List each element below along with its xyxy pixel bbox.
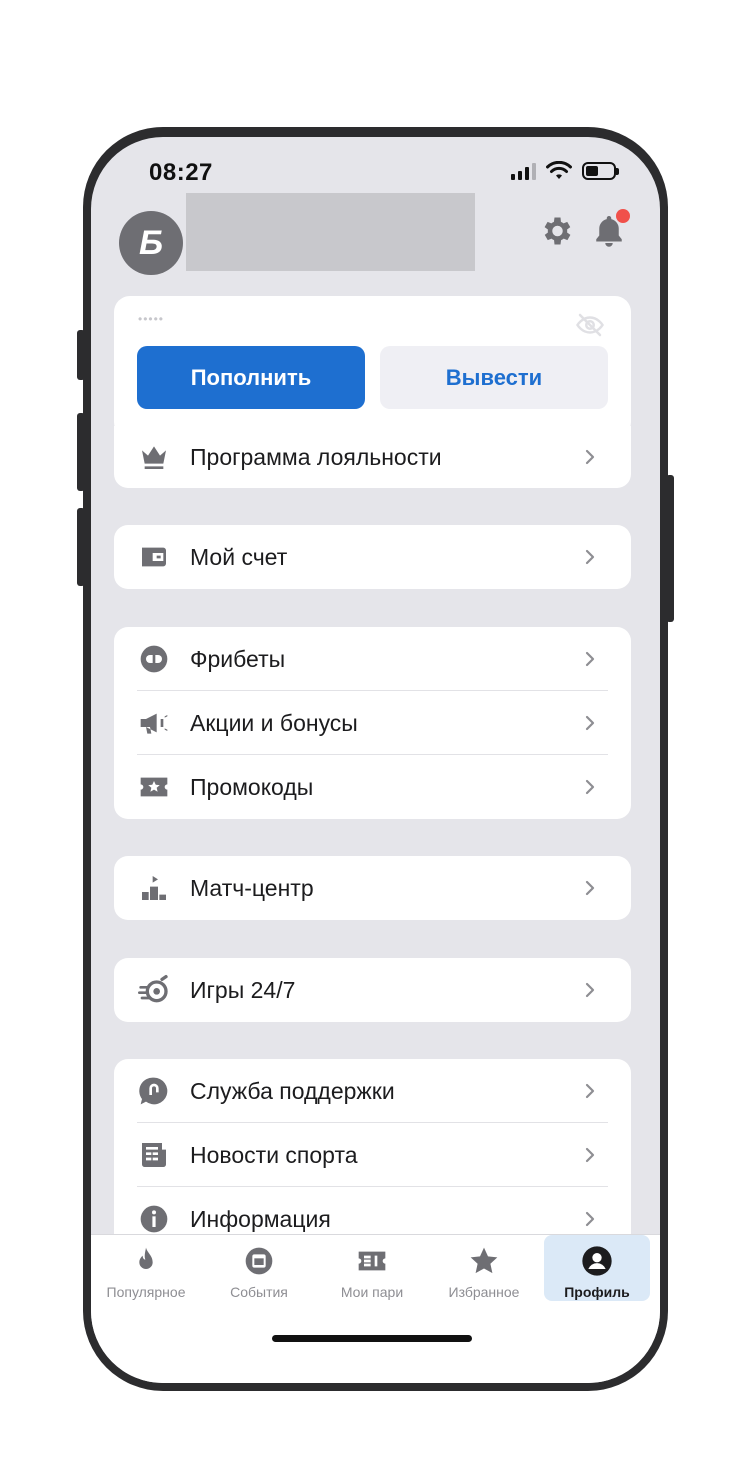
menu-label-loyalty: Программа лояльности [190,443,442,470]
menu-label-promotions: Акции и бонусы [190,709,358,736]
notification-badge [616,209,630,223]
ticket-star-icon [140,777,168,797]
eye-off-icon[interactable] [575,310,605,340]
loyalty-card: Программа лояльности [114,426,631,488]
menu-label-support: Служба поддержки [190,1077,395,1104]
menu-label-games: Игры 24/7 [190,976,296,1003]
tab-label-favorites: Избранное [448,1284,520,1300]
tab-label-popular: Популярное [106,1284,186,1300]
match-center-card: Матч-центр [114,856,631,920]
tab-my-bets[interactable]: Мои пари [319,1235,425,1301]
menu-item-games[interactable]: Игры 24/7 [114,958,631,1022]
info-icon [140,1205,168,1233]
chevron-right-icon [585,1211,595,1227]
wallet-icon [142,547,166,567]
menu-item-account[interactable]: Мой счет [114,525,631,589]
tab-events[interactable]: События [206,1235,312,1301]
help-card: Служба поддержки Новости спорта Информац… [114,1059,631,1251]
chevron-right-icon [585,779,595,795]
menu-label-info: Информация [190,1205,331,1232]
status-icons [511,161,619,181]
games-card: Игры 24/7 [114,958,631,1022]
chevron-right-icon [585,1083,595,1099]
tab-popular[interactable]: Популярное [93,1235,199,1301]
podium-icon [142,876,166,900]
account-card: Мой счет [114,525,631,589]
tab-profile[interactable]: Профиль [544,1235,650,1301]
menu-label-news: Новости спорта [190,1141,358,1168]
tab-label-events: События [230,1284,288,1300]
menu-item-promotions[interactable]: Акции и бонусы [114,691,631,755]
calendar-icon [245,1247,273,1275]
volume-up-button [77,413,85,491]
chevron-right-icon [585,449,595,465]
tab-favorites[interactable]: Избранное [431,1235,537,1301]
menu-item-match-center[interactable]: Матч-центр [114,856,631,920]
status-time: 08:27 [149,159,213,186]
menu-label-freebets: Фрибеты [190,645,286,672]
tab-bar: Популярное События Мои пари Избранное Пр… [91,1234,660,1383]
megaphone-icon [140,713,168,734]
home-indicator [272,1335,472,1342]
ticket-icon [358,1251,386,1271]
withdraw-button[interactable]: Вывести [380,346,608,409]
balance-masked: ••••• [138,312,165,326]
menu-item-promocodes[interactable]: Промокоды [114,755,631,819]
tab-label-my-bets: Мои пари [340,1284,404,1300]
balance-card: ••••• Пополнить Вывести [114,296,631,438]
menu-item-support[interactable]: Служба поддержки [114,1059,631,1123]
chevron-right-icon [585,715,595,731]
chevron-right-icon [585,880,595,896]
screen: 08:27 Б ••••• Пополнить Вывести Программ… [91,137,660,1383]
crown-icon [142,446,166,469]
chevron-right-icon [585,651,595,667]
wifi-icon [546,161,572,179]
mute-switch [77,330,85,380]
menu-item-freebets[interactable]: Фрибеты [114,627,631,691]
support-chat-icon [139,1077,168,1105]
menu-item-loyalty[interactable]: Программа лояльности [114,426,631,488]
menu-label-match-center: Матч-центр [190,874,314,901]
signal-icon [511,162,536,180]
chevron-right-icon [585,982,595,998]
redacted-user-info [186,193,475,271]
newspaper-icon [142,1143,166,1167]
profile-icon [582,1246,612,1276]
power-button [666,475,674,622]
menu-label-promocodes: Промокоды [190,773,314,800]
deposit-button[interactable]: Пополнить [137,346,365,409]
volume-down-button [77,508,85,586]
flame-icon [139,1247,153,1269]
star-icon [470,1247,498,1274]
menu-item-news[interactable]: Новости спорта [114,1123,631,1187]
freebet-icon [140,645,168,673]
bonuses-card: Фрибеты Акции и бонусы Промокоды [114,627,631,819]
avatar[interactable]: Б [119,211,183,275]
gear-icon[interactable] [538,213,574,249]
avatar-letter: Б [138,223,164,262]
tab-label-profile: Профиль [564,1284,630,1300]
chevron-right-icon [585,549,595,565]
battery-icon [582,162,619,180]
speed-dial-icon [138,975,168,1003]
chevron-right-icon [585,1147,595,1163]
menu-label-account: Мой счет [190,543,288,570]
